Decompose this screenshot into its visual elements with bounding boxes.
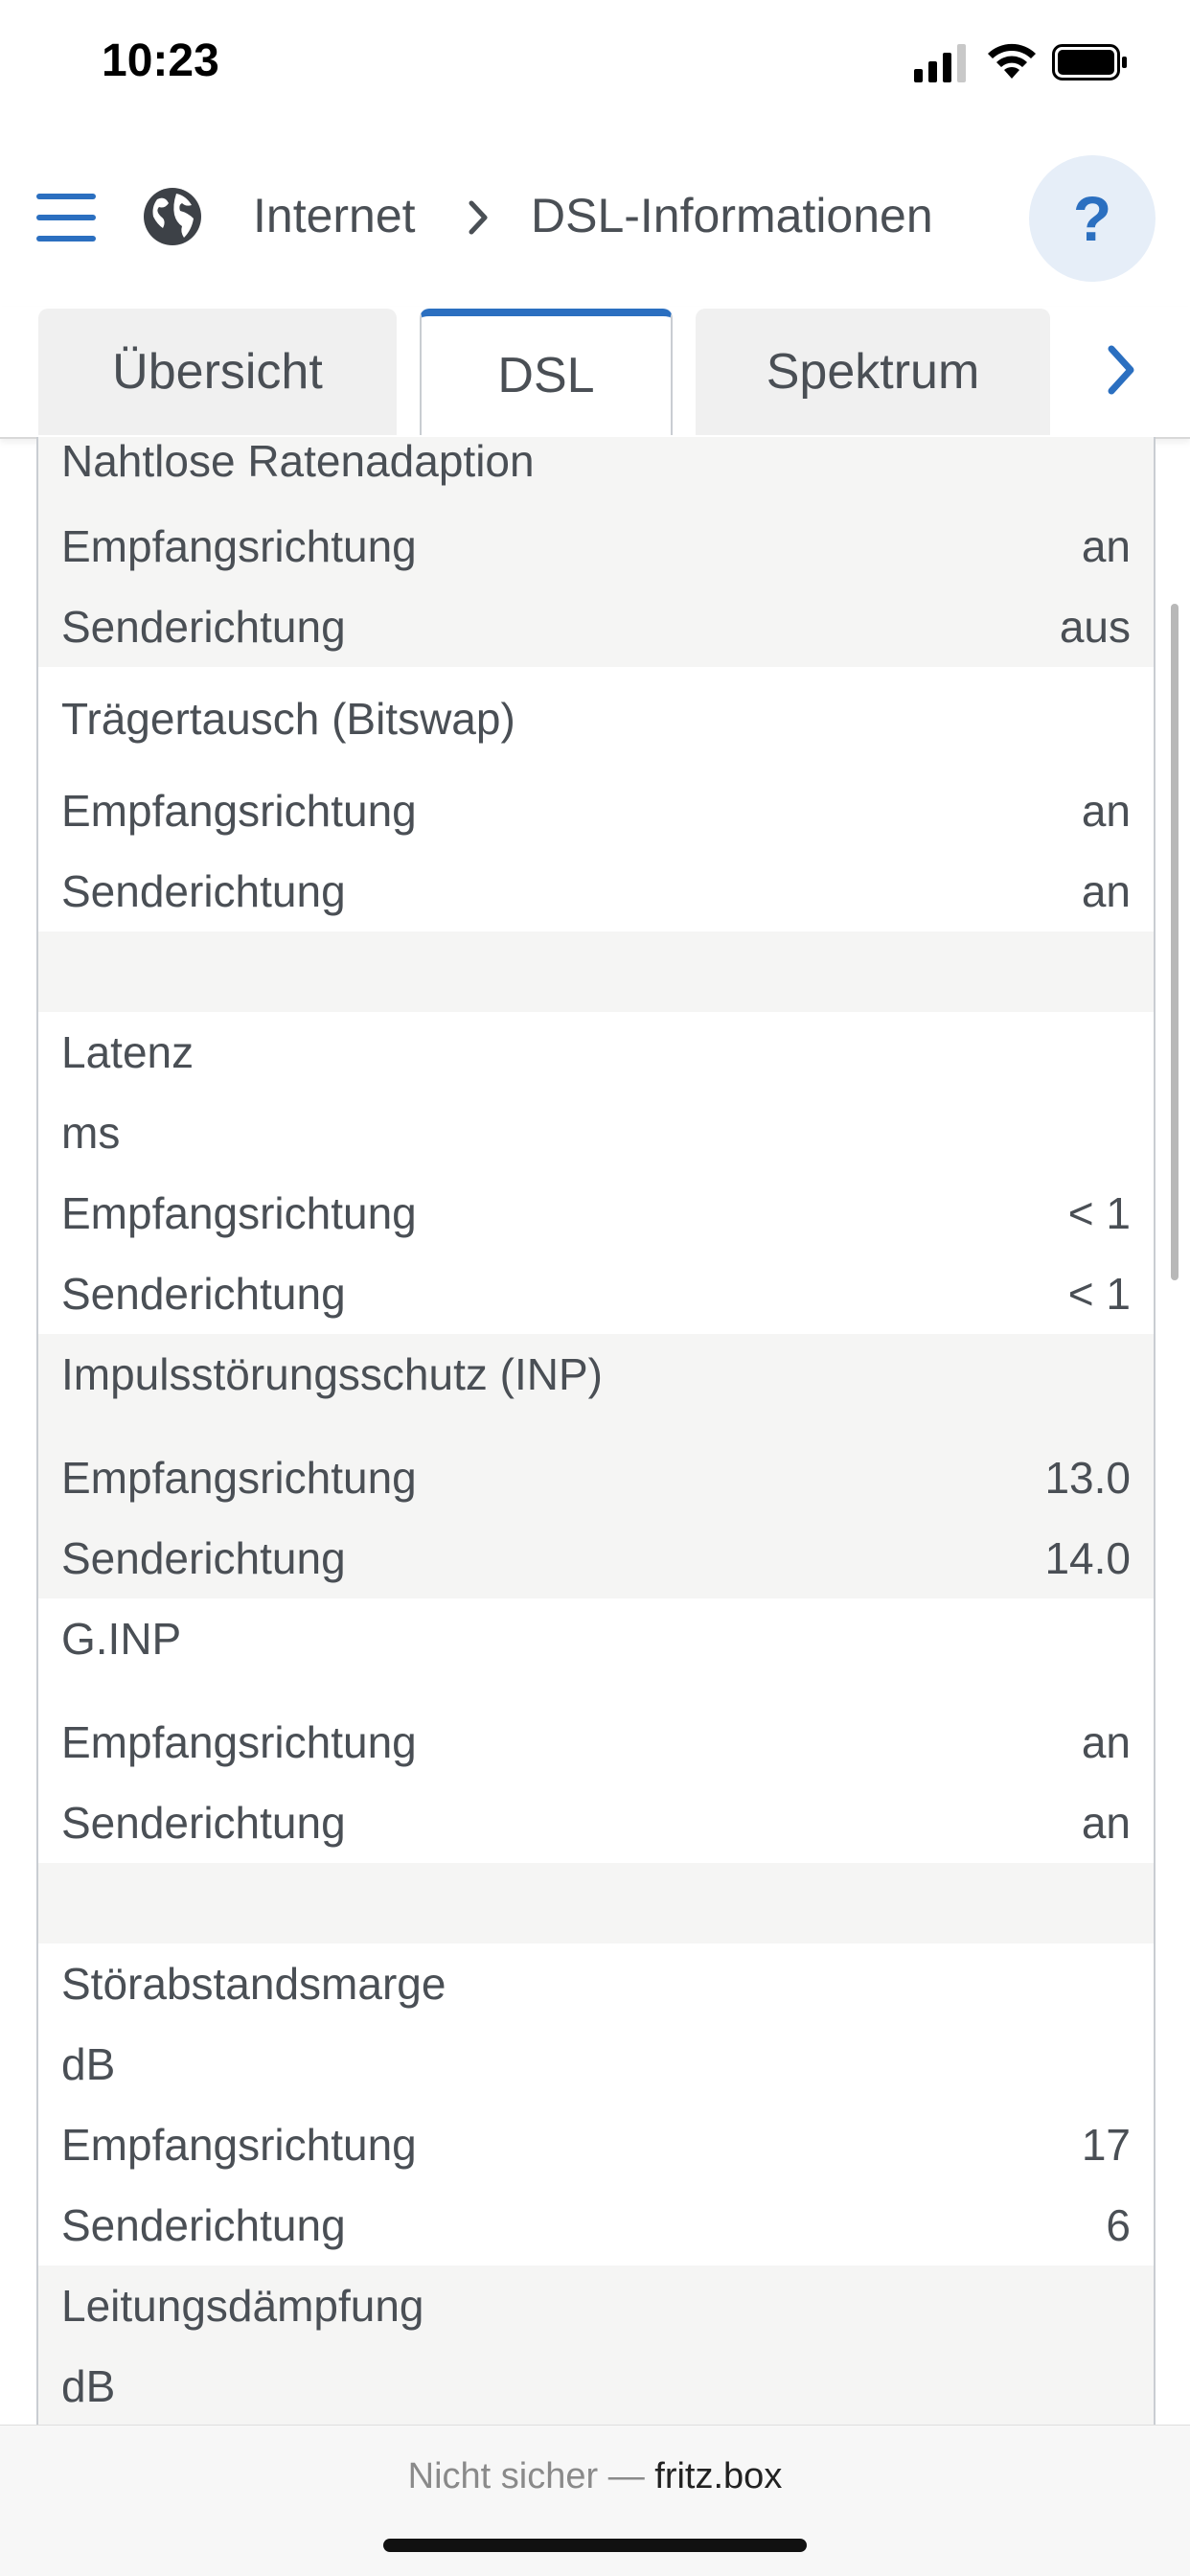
group-title: Leitungsdämpfung	[61, 2281, 424, 2331]
list-item: Senderichtung an	[38, 851, 1154, 932]
list-item: Empfangsrichtung an	[38, 506, 1154, 586]
list-item: Empfangsrichtung 13.0	[38, 1438, 1154, 1518]
battery-icon	[1052, 44, 1127, 80]
globe-icon	[144, 188, 201, 245]
group-unit: dB	[61, 2039, 116, 2089]
tab-uebersicht[interactable]: Übersicht	[38, 309, 397, 435]
row-label: Senderichtung	[61, 866, 346, 916]
chevron-right-icon	[469, 200, 488, 235]
url-display[interactable]: Nicht sicher — fritz.box	[0, 2456, 1190, 2497]
list-item: Senderichtung aus	[38, 586, 1154, 667]
group-ginp: G.INP Empfangsrichtung an Senderichtung …	[38, 1598, 1154, 1863]
row-value: aus	[1059, 602, 1131, 652]
vertical-scrollbar[interactable]	[1171, 604, 1179, 1280]
list-item: Empfangsrichtung an	[38, 770, 1154, 851]
help-button[interactable]: ?	[1029, 155, 1156, 282]
row-value: 6	[1106, 2200, 1131, 2250]
breadcrumb-header: Internet DSL-Informationen ?	[0, 134, 1190, 307]
group-unit: ms	[61, 1108, 121, 1158]
group-title: Trägertausch (Bitswap)	[61, 694, 515, 744]
row-value: < 1	[1067, 1188, 1131, 1238]
list-item: Senderichtung an	[38, 1782, 1154, 1863]
group-title: Nahtlose Ratenadaption	[61, 437, 535, 486]
group-stoerabstandsmarge: Störabstandsmarge dB Empfangsrichtung 17…	[38, 1944, 1154, 2266]
tab-dsl[interactable]: DSL	[420, 309, 673, 435]
list-item: Empfangsrichtung 17	[38, 2104, 1154, 2185]
group-impulsstoerungsschutz: Impulsstörungsschutz (INP) Empfangsricht…	[38, 1334, 1154, 1598]
chevron-right-icon	[1108, 345, 1134, 395]
group-title: G.INP	[61, 1614, 182, 1664]
tab-spektrum[interactable]: Spektrum	[696, 309, 1050, 435]
row-value: 17	[1081, 2120, 1131, 2170]
row-value: an	[1081, 786, 1131, 836]
group-leitungsdaempfung: Leitungsdämpfung dB	[38, 2266, 1154, 2425]
url-host: fritz.box	[654, 2456, 783, 2496]
wifi-icon	[988, 43, 1036, 79]
row-value: 14.0	[1044, 1533, 1131, 1583]
row-label: Senderichtung	[61, 602, 346, 652]
group-latenz: Latenz ms Empfangsrichtung < 1 Senderich…	[38, 1012, 1154, 1334]
list-item: Senderichtung < 1	[38, 1254, 1154, 1334]
browser-address-bar[interactable]: Nicht sicher — fritz.box	[0, 2425, 1190, 2576]
breadcrumb-section-link[interactable]: Internet	[253, 188, 416, 243]
list-item: Empfangsrichtung an	[38, 1702, 1154, 1782]
row-label: Empfangsrichtung	[61, 1453, 417, 1503]
list-item: Senderichtung 6	[38, 2185, 1154, 2266]
breadcrumb-page-title: DSL-Informationen	[531, 189, 933, 242]
row-value: 13.0	[1044, 1453, 1131, 1503]
dsl-details-panel: Nahtlose Ratenadaption Empfangsrichtung …	[36, 437, 1156, 2425]
group-title: Impulsstörungsschutz (INP)	[61, 1349, 603, 1399]
group-title: Störabstandsmarge	[61, 1959, 446, 2009]
row-label: Senderichtung	[61, 1269, 346, 1319]
row-label: Empfangsrichtung	[61, 2120, 417, 2170]
row-value: an	[1081, 1717, 1131, 1767]
row-value: an	[1081, 1798, 1131, 1848]
section-divider	[38, 1863, 1154, 1944]
section-divider	[38, 932, 1154, 1012]
row-label: Empfangsrichtung	[61, 1717, 417, 1767]
row-value: an	[1081, 866, 1131, 916]
tab-bar: Übersicht DSL Spektrum	[0, 307, 1190, 439]
group-title: Latenz	[61, 1027, 195, 1077]
row-label: Empfangsrichtung	[61, 1188, 417, 1238]
hamburger-menu-button[interactable]	[36, 194, 96, 243]
row-label: Senderichtung	[61, 1533, 346, 1583]
list-item: Senderichtung 14.0	[38, 1518, 1154, 1598]
list-item: Empfangsrichtung < 1	[38, 1173, 1154, 1254]
row-label: Empfangsrichtung	[61, 521, 417, 571]
row-label: Empfangsrichtung	[61, 786, 417, 836]
security-warning-text: Nicht sicher —	[407, 2456, 645, 2496]
status-bar: 10:23	[0, 0, 1190, 134]
row-label: Senderichtung	[61, 2200, 346, 2250]
row-value: < 1	[1067, 1269, 1131, 1319]
clock: 10:23	[102, 35, 219, 86]
cellular-signal-icon	[914, 44, 966, 82]
tab-scroll-next-button[interactable]	[1050, 307, 1190, 437]
group-unit: dB	[61, 2361, 116, 2411]
group-traegertausch: Trägertausch (Bitswap) Empfangsrichtung …	[38, 667, 1154, 932]
row-label: Senderichtung	[61, 1798, 346, 1848]
group-nahtlose-ratenadaption: Nahtlose Ratenadaption Empfangsrichtung …	[38, 437, 1154, 667]
row-value: an	[1081, 521, 1131, 571]
home-indicator[interactable]	[383, 2539, 807, 2552]
